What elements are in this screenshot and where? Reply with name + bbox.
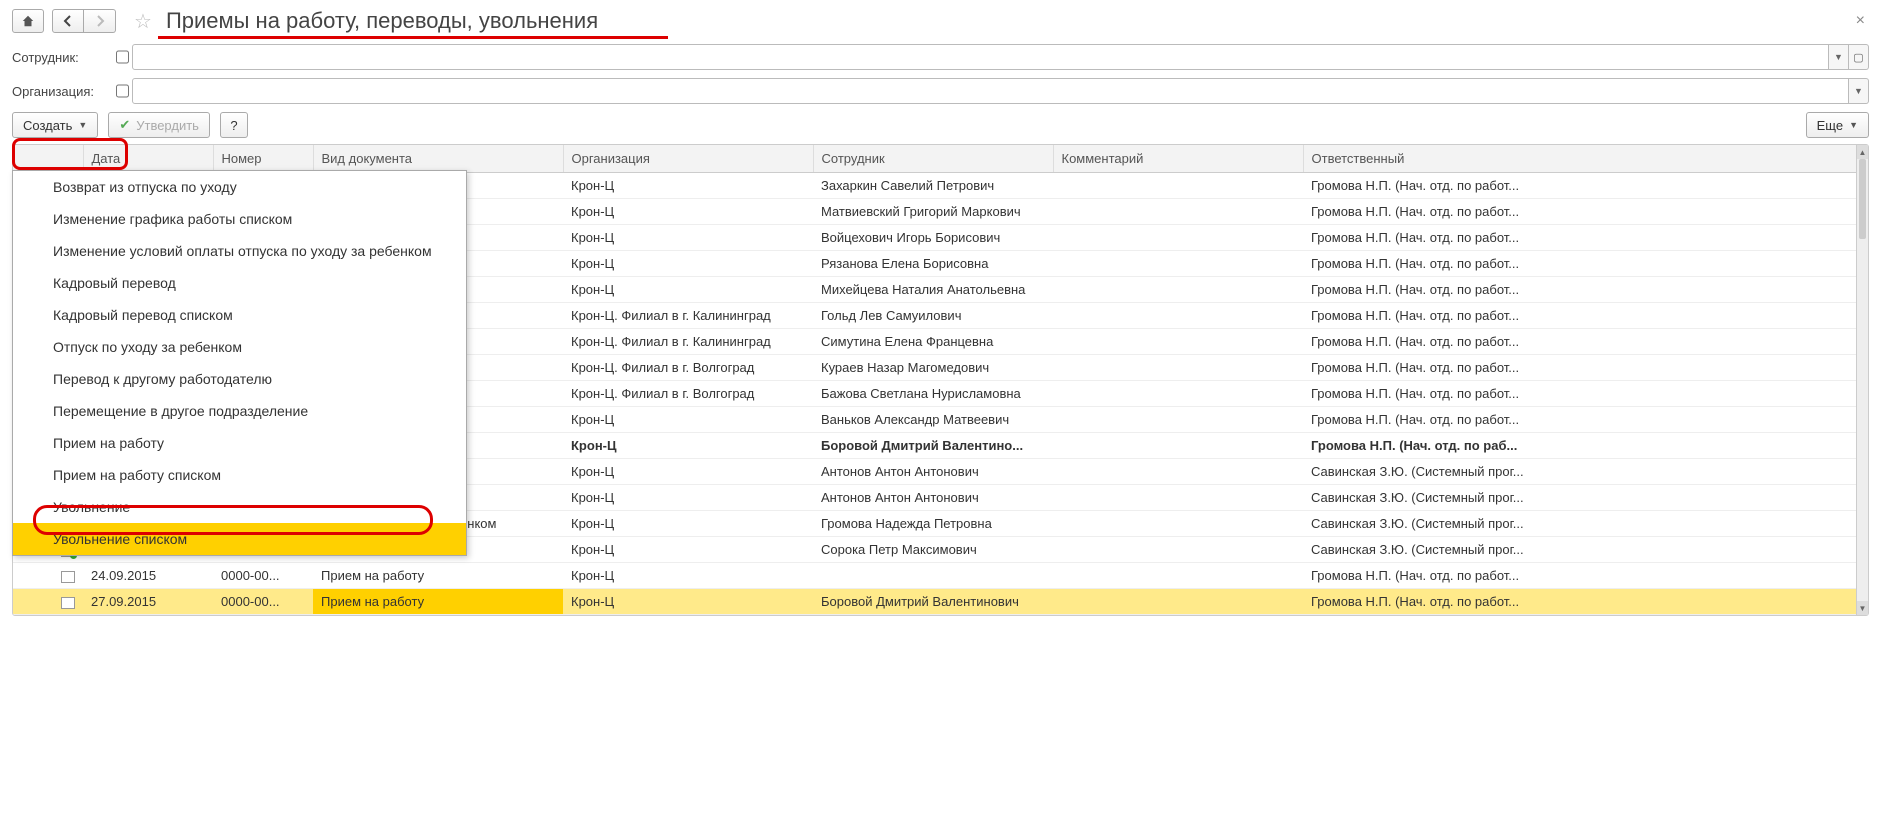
col-comment[interactable]: Комментарий	[1053, 145, 1303, 173]
more-button[interactable]: Еще ▼	[1806, 112, 1869, 138]
org-filter-input[interactable]	[132, 78, 1849, 104]
create-menu-item[interactable]: Перевод к другому работодателю	[13, 363, 466, 395]
more-button-label: Еще	[1817, 118, 1843, 133]
check-icon: ✔	[119, 117, 130, 133]
table-row[interactable]: 27.09.20150000-00...Прием на работуКрон-…	[13, 589, 1868, 615]
document-icon	[61, 597, 75, 609]
scroll-down-icon[interactable]: ▼	[1857, 601, 1868, 615]
col-date[interactable]: Дата	[83, 145, 213, 173]
document-icon	[61, 571, 75, 583]
caret-down-icon: ▼	[1849, 120, 1858, 130]
create-menu-item[interactable]: Увольнение	[13, 491, 466, 523]
create-menu-item[interactable]: Возврат из отпуска по уходу	[13, 171, 466, 203]
col-icon[interactable]	[13, 145, 83, 173]
create-button-label: Создать	[23, 118, 72, 133]
arrow-left-icon	[62, 15, 74, 27]
org-filter-dropdown[interactable]: ▼	[1849, 78, 1869, 104]
nav-forward-button[interactable]	[84, 9, 116, 33]
create-menu-item[interactable]: Изменение графика работы списком	[13, 203, 466, 235]
favorite-star-icon[interactable]: ☆	[134, 9, 152, 34]
home-icon	[21, 14, 35, 28]
org-filter-label: Организация:	[12, 84, 112, 99]
caret-down-icon: ▼	[78, 120, 87, 130]
create-menu-item[interactable]: Прием на работу	[13, 427, 466, 459]
create-dropdown-menu: Возврат из отпуска по уходуИзменение гра…	[12, 170, 467, 556]
col-org[interactable]: Организация	[563, 145, 813, 173]
employee-filter-input[interactable]	[132, 44, 1829, 70]
table-row[interactable]: 24.09.20150000-00...Прием на работуКрон-…	[13, 563, 1868, 589]
create-menu-item[interactable]: Перемещение в другое подразделение	[13, 395, 466, 427]
employee-filter-checkbox[interactable]	[116, 50, 129, 64]
create-menu-item[interactable]: Кадровый перевод списком	[13, 299, 466, 331]
page-title: Приемы на работу, переводы, увольнения	[166, 8, 598, 34]
approve-button-label: Утвердить	[136, 118, 199, 133]
col-employee[interactable]: Сотрудник	[813, 145, 1053, 173]
help-button[interactable]: ?	[220, 112, 248, 138]
scroll-up-icon[interactable]: ▲	[1857, 145, 1868, 159]
employee-filter-label: Сотрудник:	[12, 50, 112, 65]
create-menu-item[interactable]: Изменение условий оплаты отпуска по уход…	[13, 235, 466, 267]
help-button-label: ?	[230, 118, 237, 133]
scroll-thumb[interactable]	[1859, 159, 1866, 239]
employee-filter-dropdown[interactable]: ▼	[1829, 44, 1849, 70]
col-number[interactable]: Номер	[213, 145, 313, 173]
create-menu-item[interactable]: Увольнение списком	[13, 523, 466, 555]
table-scrollbar[interactable]: ▲ ▼	[1856, 145, 1868, 615]
title-underline-annotation	[158, 36, 668, 39]
create-button[interactable]: Создать ▼	[12, 112, 98, 138]
org-filter-checkbox[interactable]	[116, 84, 129, 98]
arrow-right-icon	[94, 15, 106, 27]
col-responsible[interactable]: Ответственный	[1303, 145, 1868, 173]
create-menu-item[interactable]: Отпуск по уходу за ребенком	[13, 331, 466, 363]
approve-button[interactable]: ✔ Утвердить	[108, 112, 210, 138]
nav-back-button[interactable]	[52, 9, 84, 33]
create-menu-item[interactable]: Кадровый перевод	[13, 267, 466, 299]
col-type[interactable]: Вид документа	[313, 145, 563, 173]
create-menu-item[interactable]: Прием на работу списком	[13, 459, 466, 491]
home-button[interactable]	[12, 9, 44, 33]
employee-filter-open[interactable]: ▢	[1849, 44, 1869, 70]
close-button[interactable]: ×	[1852, 8, 1869, 34]
